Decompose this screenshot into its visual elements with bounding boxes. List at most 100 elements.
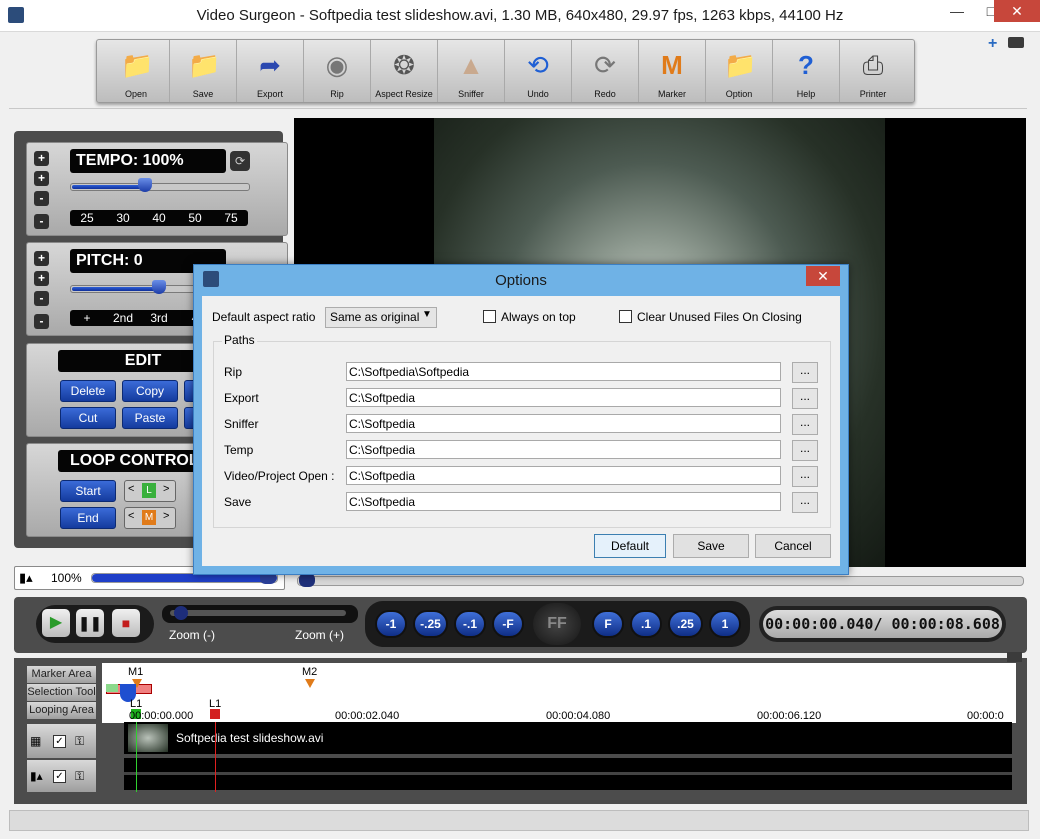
zoom-knob[interactable] xyxy=(174,606,188,620)
speed-1-button[interactable]: 1 xyxy=(709,610,741,638)
looping-area-label[interactable]: Looping Area xyxy=(27,702,96,719)
cancel-button[interactable]: Cancel xyxy=(755,534,831,558)
option-button[interactable]: 📁 Option xyxy=(706,40,773,102)
lock-icon[interactable]: ⚿ xyxy=(75,769,84,784)
selection-tool-label[interactable]: Selection Tool xyxy=(27,684,96,701)
pause-button[interactable]: ❚❚ xyxy=(76,609,104,637)
selection-start[interactable] xyxy=(106,684,118,692)
export-button[interactable]: ➦ Export xyxy=(237,40,304,102)
printer-button[interactable]: ⎙ Printer xyxy=(840,40,906,102)
chevron-right-icon[interactable]: > xyxy=(163,483,169,495)
clear-unused-label[interactable]: Clear Unused Files On Closing xyxy=(637,310,802,324)
tempo-minus-button[interactable]: - xyxy=(34,191,49,206)
frame-forward-button[interactable]: F xyxy=(592,610,624,638)
default-button[interactable]: Default xyxy=(594,534,666,558)
audio-track[interactable] xyxy=(124,758,1012,790)
export-browse-button[interactable]: ... xyxy=(792,388,818,409)
close-button[interactable]: ✕ xyxy=(994,0,1040,22)
loop-start-nav[interactable]: < L > xyxy=(124,480,176,502)
always-on-top-label[interactable]: Always on top xyxy=(501,310,576,324)
pitch-plus-button[interactable]: + xyxy=(34,251,49,266)
pitch-plus-small-button[interactable]: + xyxy=(34,271,49,286)
temp-path-input[interactable]: C:\Softpedia xyxy=(346,440,781,459)
tempo-slider-knob[interactable] xyxy=(138,178,152,192)
tempo-scale-30[interactable]: 30 xyxy=(106,211,140,225)
reset-icon[interactable]: ⟳ xyxy=(230,151,250,171)
pitch-scale-2nd[interactable]: 2nd xyxy=(106,311,140,325)
tempo-scale-50[interactable]: 50 xyxy=(178,211,212,225)
paste-button[interactable]: Paste xyxy=(122,407,178,429)
pitch-minus-button[interactable]: - xyxy=(34,314,49,329)
sniffer-path-input[interactable]: C:\Softpedia xyxy=(346,414,781,433)
video-track-checkbox[interactable]: ✓ xyxy=(53,735,66,748)
play-button[interactable]: ▶ xyxy=(42,609,70,637)
tempo-scale-75[interactable]: 75 xyxy=(214,211,248,225)
pitch-scale-3rd[interactable]: 3rd xyxy=(142,311,176,325)
marker-m2[interactable] xyxy=(305,679,315,688)
seek-slider[interactable] xyxy=(297,576,1024,586)
marker-button[interactable]: M Marker xyxy=(639,40,706,102)
chevron-left-icon[interactable]: < xyxy=(128,510,134,522)
sniffer-browse-button[interactable]: ... xyxy=(792,414,818,435)
speed-minus-1-button[interactable]: -1 xyxy=(375,610,407,638)
minimize-button[interactable]: — xyxy=(940,0,974,22)
cut-button[interactable]: Cut xyxy=(60,407,116,429)
speed-minus-025-button[interactable]: -.25 xyxy=(413,610,448,638)
tempo-scale-40[interactable]: 40 xyxy=(142,211,176,225)
pitch-scale-plus[interactable]: + xyxy=(70,311,104,325)
tempo-minus-small-button[interactable]: - xyxy=(34,214,49,229)
video-track[interactable]: Softpedia test slideshow.avi xyxy=(124,722,1012,754)
chevron-right-icon[interactable]: > xyxy=(163,510,169,522)
aspect-resize-button[interactable]: ❂ Aspect Resize xyxy=(371,40,438,102)
tempo-scale-25[interactable]: 25 xyxy=(70,211,104,225)
lock-icon[interactable]: ⚿ xyxy=(75,734,84,749)
dialog-save-button[interactable]: Save xyxy=(673,534,749,558)
always-on-top-checkbox[interactable] xyxy=(483,310,496,323)
speed-01-button[interactable]: .1 xyxy=(630,610,662,638)
timeline-eject-icon[interactable] xyxy=(1007,652,1022,662)
help-button[interactable]: ? Help xyxy=(773,40,840,102)
tempo-plus-small-button[interactable]: + xyxy=(34,171,49,186)
loop-end-button[interactable]: End xyxy=(60,507,116,529)
export-path-input[interactable]: C:\Softpedia xyxy=(346,388,781,407)
save-browse-button[interactable]: ... xyxy=(792,492,818,513)
frame-back-button[interactable]: -F xyxy=(492,610,524,638)
loop-end-nav[interactable]: < M > xyxy=(124,507,176,529)
tempo-plus-button[interactable]: + xyxy=(34,151,49,166)
clear-unused-checkbox[interactable] xyxy=(619,310,632,323)
video-project-open-path-input[interactable]: C:\Softpedia xyxy=(346,466,781,485)
loop-end-marker[interactable] xyxy=(210,709,220,719)
rip-browse-button[interactable]: ... xyxy=(792,362,818,383)
audio-track-checkbox[interactable]: ✓ xyxy=(53,770,66,783)
sniffer-button[interactable]: ▲ Sniffer xyxy=(438,40,505,102)
add-icon[interactable]: + xyxy=(988,35,997,53)
copy-button[interactable]: Copy xyxy=(122,380,178,402)
temp-browse-button[interactable]: ... xyxy=(792,440,818,461)
chevron-left-icon[interactable]: < xyxy=(128,483,134,495)
redo-button[interactable]: ⟳ Redo xyxy=(572,40,639,102)
save-path-input[interactable]: C:\Softpedia xyxy=(346,492,781,511)
tempo-slider[interactable] xyxy=(70,183,250,191)
rip-path-input[interactable]: C:\Softpedia\Softpedia xyxy=(346,362,781,381)
zoom-plus-label[interactable]: Zoom (+) xyxy=(295,628,344,642)
pitch-slider-knob[interactable] xyxy=(152,280,166,294)
speed-025-button[interactable]: .25 xyxy=(668,610,703,638)
seek-knob[interactable] xyxy=(299,573,315,587)
eject-icon[interactable] xyxy=(1008,37,1024,48)
fast-forward-button[interactable]: FF xyxy=(533,603,581,645)
delete-button[interactable]: Delete xyxy=(60,380,116,402)
stop-button[interactable]: ■ xyxy=(112,609,140,637)
speed-minus-01-button[interactable]: -.1 xyxy=(454,610,486,638)
zoom-minus-label[interactable]: Zoom (-) xyxy=(169,628,215,642)
rip-button[interactable]: ◉ Rip xyxy=(304,40,371,102)
speaker-icon[interactable]: ▮▴ xyxy=(19,570,33,586)
open-button[interactable]: 📁 Open xyxy=(103,40,170,102)
marker-area-label[interactable]: Marker Area xyxy=(27,666,96,683)
undo-button[interactable]: ⟲ Undo xyxy=(505,40,572,102)
save-button[interactable]: 📁 Save xyxy=(170,40,237,102)
zoom-slider[interactable] xyxy=(162,605,358,623)
loop-start-button[interactable]: Start xyxy=(60,480,116,502)
video-project-open-browse-button[interactable]: ... xyxy=(792,466,818,487)
pitch-minus-small-button[interactable]: - xyxy=(34,291,49,306)
aspect-ratio-select[interactable]: Same as original ▼ xyxy=(325,307,437,328)
